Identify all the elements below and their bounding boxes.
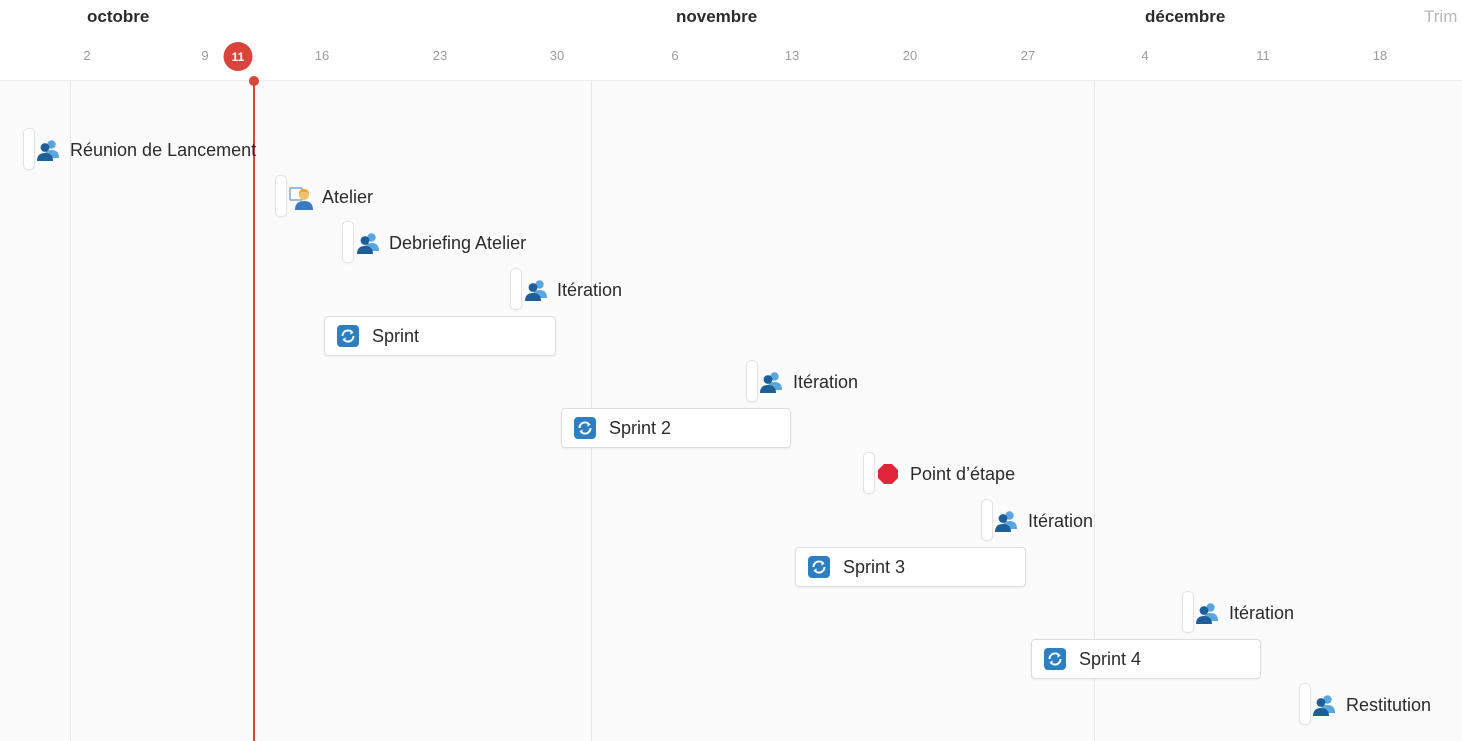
task-bar-sprint-2[interactable]: Sprint 2 [561,408,791,448]
milestone-handle[interactable] [1299,683,1311,725]
cycle-icon [574,417,596,439]
milestone-label: Itération [557,280,623,300]
milestone-handle[interactable] [746,360,758,402]
day-label: 20 [902,48,918,63]
milestone-label: Point d’étape [910,464,1016,484]
cycle-icon [337,325,359,347]
people-icon [36,139,59,161]
task-bar-sprint-3[interactable]: Sprint 3 [795,547,1026,587]
milestone-handle[interactable] [275,175,287,217]
day-label: 27 [1020,48,1036,63]
person-at-board-icon [289,186,313,210]
task-label: Sprint 2 [609,418,672,438]
milestone-handle[interactable] [981,499,993,541]
milestone-handle[interactable] [342,221,354,263]
day-label: 13 [784,48,800,63]
people-icon [1312,694,1335,716]
milestone-label: Restitution [1346,695,1432,715]
milestone-label: Debriefing Atelier [389,233,527,253]
day-label: 2 [83,48,91,63]
day-label: 16 [314,48,330,63]
today-dot [249,76,259,86]
milestone-handle[interactable] [1182,591,1194,633]
people-icon [524,279,547,301]
month-label-october: octobre [87,7,150,26]
milestone-label: Réunion de Lancement [70,140,257,160]
month-label-quarter: Trim [1424,7,1458,26]
month-label-december: décembre [1145,7,1226,26]
day-label: 30 [549,48,565,63]
month-label-november: novembre [676,7,758,26]
task-label: Sprint 3 [843,557,906,577]
cycle-icon [808,556,830,578]
today-badge[interactable]: 11 [223,42,253,71]
day-label: 4 [1141,48,1149,63]
day-label: 23 [432,48,448,63]
milestone-label: Atelier [322,187,374,207]
milestone-handle[interactable] [510,268,522,310]
milestone-handle[interactable] [863,452,875,494]
task-bar-sprint-4[interactable]: Sprint 4 [1031,639,1261,679]
today-line [253,81,255,741]
people-icon [356,232,379,254]
people-icon [994,510,1017,532]
people-icon [759,371,782,393]
milestone-label: Itération [1028,511,1094,531]
people-icon [1195,602,1218,624]
day-label: 18 [1372,48,1388,63]
task-label: Sprint 4 [1079,649,1142,669]
day-label: 6 [671,48,679,63]
milestone-handle[interactable] [23,128,35,170]
milestone-label: Itération [1229,603,1295,623]
stop-sign-icon [877,463,899,485]
timeline-header: octobre novembre décembre Trim 2 9 11 16… [0,0,1462,81]
cycle-icon [1044,648,1066,670]
task-label: Sprint [372,326,420,346]
month-divider [70,81,71,741]
day-label: 11 [1256,48,1270,63]
task-bar-sprint[interactable]: Sprint [324,316,556,356]
day-label: 9 [201,48,209,63]
milestone-label: Itération [793,372,859,392]
